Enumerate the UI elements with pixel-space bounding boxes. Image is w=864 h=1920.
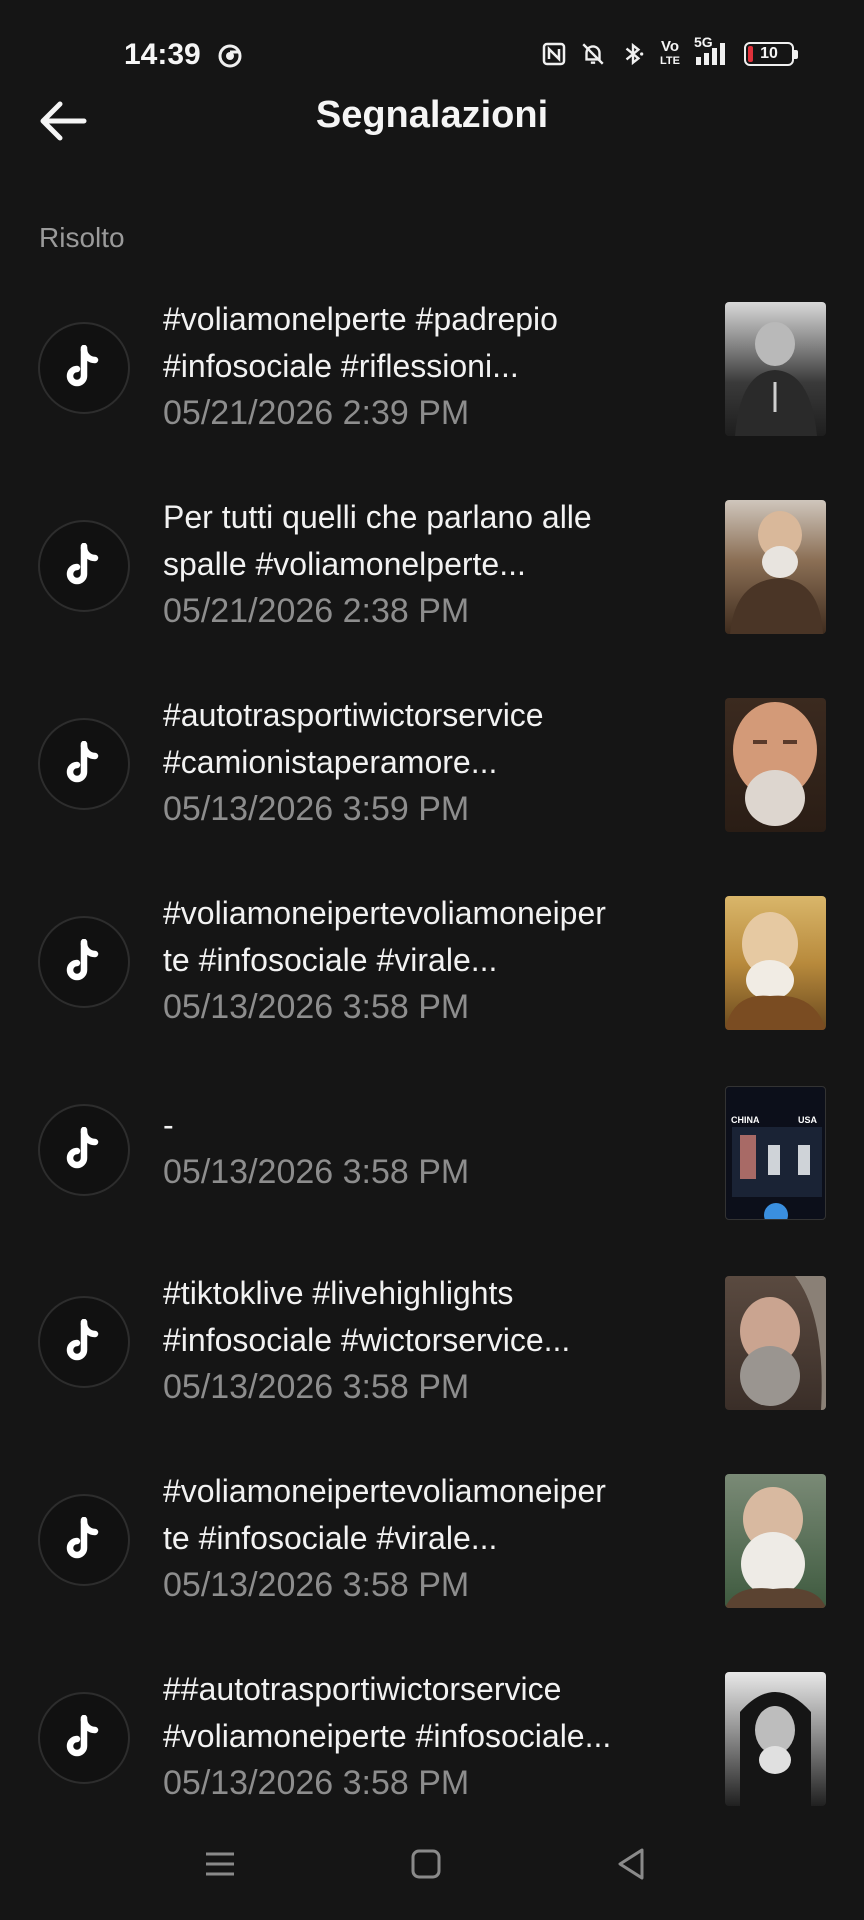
report-thumbnail[interactable]	[725, 302, 826, 436]
status-time: 14:39	[124, 38, 201, 71]
report-item[interactable]: #voliamoneipertevoliamoneiper te #infoso…	[0, 884, 864, 1044]
report-title-line2: te #infosociale #virale...	[163, 1520, 498, 1556]
tiktok-logo-icon	[38, 916, 130, 1008]
report-thumbnail[interactable]	[725, 1276, 826, 1410]
chrome-icon	[218, 44, 242, 68]
report-title-line1: #tiktoklive #livehighlights	[163, 1275, 514, 1311]
report-thumbnail[interactable]	[725, 1672, 826, 1806]
status-icons: Vo LTE 5G 10	[542, 35, 798, 68]
report-title-line1: -	[163, 1107, 174, 1143]
tiktok-logo-icon	[38, 718, 130, 810]
tiktok-logo-icon	[38, 1296, 130, 1388]
mute-bell-icon	[580, 41, 606, 67]
battery-icon: 10	[744, 42, 798, 66]
report-title-line1: Per tutti quelli che parlano alle	[163, 499, 592, 535]
report-item[interactable]: #voliamonelperte #padrepio #infosociale …	[0, 290, 864, 450]
report-thumbnail[interactable]	[725, 1474, 826, 1608]
tiktok-logo-icon	[38, 322, 130, 414]
report-thumbnail[interactable]: CHINA USA	[725, 1086, 826, 1220]
arrow-left-icon	[34, 101, 90, 152]
volte-icon: Vo LTE	[660, 38, 680, 67]
menu-icon[interactable]	[196, 1840, 244, 1888]
report-title-line2: #camionistaperamore...	[163, 744, 498, 780]
report-title-line1: #autotrasportiwictorservice	[163, 697, 544, 733]
report-item[interactable]: #voliamoneipertevoliamoneiper te #infoso…	[0, 1462, 864, 1622]
home-square-icon[interactable]	[402, 1840, 450, 1888]
report-thumbnail[interactable]	[725, 500, 826, 634]
tiktok-logo-icon	[38, 1494, 130, 1586]
top-bar: Segnalazioni	[0, 84, 864, 156]
tiktok-logo-icon	[38, 1692, 130, 1784]
report-date: 05/21/2026 2:39 PM	[163, 394, 470, 432]
bluetooth-icon	[620, 41, 646, 67]
report-thumbnail[interactable]	[725, 698, 826, 832]
system-nav-bar	[0, 1810, 864, 1920]
report-thumbnail[interactable]	[725, 896, 826, 1030]
report-title-line1: #voliamoneipertevoliamoneiper	[163, 895, 606, 931]
report-date: 05/13/2026 3:58 PM	[163, 1764, 470, 1802]
report-date: 05/13/2026 3:59 PM	[163, 790, 470, 828]
report-item[interactable]: #tiktoklive #livehighlights #infosociale…	[0, 1264, 864, 1424]
report-date: 05/13/2026 3:58 PM	[163, 1368, 470, 1406]
back-triangle-icon[interactable]	[608, 1840, 656, 1888]
nfc-icon	[542, 42, 566, 66]
battery-level: 10	[760, 45, 778, 62]
report-title-line1: #voliamoneipertevoliamoneiper	[163, 1473, 606, 1509]
report-item[interactable]: Per tutti quelli che parlano alle spalle…	[0, 488, 864, 648]
report-item[interactable]: ##autotrasportiwictorservice #voliamonei…	[0, 1660, 864, 1820]
thumbnail-caption-right: USA	[797, 1115, 817, 1125]
report-title-line1: ##autotrasportiwictorservice	[163, 1671, 562, 1707]
report-title-line1: #voliamonelperte #padrepio	[163, 301, 558, 337]
report-date: 05/13/2026 3:58 PM	[163, 1153, 470, 1191]
tiktok-logo-icon	[38, 520, 130, 612]
page-title: Segnalazioni	[315, 94, 549, 136]
report-title-line2: spalle #voliamonelperte...	[163, 546, 526, 582]
report-title-line2: #voliamoneiperte #infosociale...	[163, 1718, 612, 1754]
section-label: Risolto	[39, 222, 125, 253]
thumbnail-caption-left: CHINA	[731, 1115, 760, 1125]
signal-icon: 5G	[694, 35, 730, 67]
tiktok-logo-icon	[38, 1104, 130, 1196]
report-title-line2: te #infosociale #virale...	[163, 942, 498, 978]
report-date: 05/13/2026 3:58 PM	[163, 988, 470, 1026]
report-date: 05/13/2026 3:58 PM	[163, 1566, 470, 1604]
report-title-line2: #infosociale #wictorservice...	[163, 1322, 571, 1358]
report-title-line2: #infosociale #riflessioni...	[163, 348, 519, 384]
report-date: 05/21/2026 2:38 PM	[163, 592, 470, 630]
report-item[interactable]: #autotrasportiwictorservice #camionistap…	[0, 686, 864, 846]
report-item[interactable]: - 05/13/2026 3:58 PM CHINA USA	[0, 1082, 864, 1242]
